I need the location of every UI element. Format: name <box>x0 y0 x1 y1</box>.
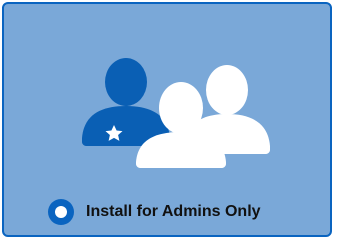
admins-only-radio[interactable] <box>48 199 74 225</box>
radio-selected-dot <box>55 206 67 218</box>
install-admins-only-card[interactable]: Install for Admins Only <box>2 2 332 237</box>
admin-figure <box>82 58 170 146</box>
admin-users-icon <box>82 58 270 168</box>
admins-only-option[interactable]: Install for Admins Only <box>48 197 261 227</box>
admins-only-label[interactable]: Install for Admins Only <box>86 203 261 221</box>
